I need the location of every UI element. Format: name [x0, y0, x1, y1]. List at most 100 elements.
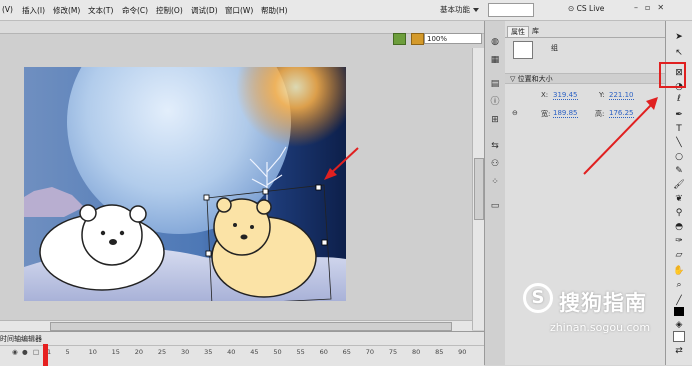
playhead[interactable]	[43, 344, 48, 366]
yellow-bear-ear-right	[256, 199, 272, 215]
align-icon[interactable]: ▤	[489, 79, 501, 89]
hand-tool-icon[interactable]: ✋	[673, 265, 685, 277]
bone-tool-icon[interactable]: ⚲	[673, 207, 685, 219]
white-bear-ear-right	[129, 205, 147, 223]
paint-bucket-tool-icon[interactable]: ◓	[673, 221, 685, 233]
menu-view[interactable]: (V)	[2, 5, 13, 14]
frame-number: 90	[458, 348, 467, 356]
y-value[interactable]: 221.10	[609, 91, 634, 100]
watermark: S 搜狗指南 zhinan.sogou.com	[515, 283, 685, 343]
menu-insert[interactable]: 插入(I)	[22, 5, 45, 16]
free-transform-highlight-box	[659, 62, 686, 88]
transform-handle[interactable]	[262, 188, 269, 195]
swatches-icon[interactable]: ▦	[489, 55, 501, 65]
search-input[interactable]	[488, 3, 534, 17]
minimize-icon[interactable]: –	[634, 3, 645, 12]
swap-colors-icon[interactable]: ⇄	[673, 345, 685, 357]
transform-icon[interactable]: ⊞	[489, 115, 501, 125]
menu-text[interactable]: 文本(T)	[88, 5, 113, 16]
timeline-ruler[interactable]: ◉ ● □ 1 5 10 15 20 25 30 35 40 45 50 55 60 65 70 75 80 85…	[0, 345, 484, 358]
outline-icon[interactable]: □	[33, 348, 39, 356]
yellow-bear-eye-right	[250, 225, 254, 229]
tab-properties[interactable]: 属性	[507, 26, 529, 37]
pen-tool-icon[interactable]: ✒	[673, 109, 685, 121]
transform-handle[interactable]	[315, 184, 322, 191]
position-size-section[interactable]: ▽ 位置和大小	[505, 73, 665, 84]
transform-handle[interactable]	[203, 194, 210, 201]
yellow-bear-nose	[240, 234, 248, 240]
zoom-select[interactable]: 100%	[424, 33, 482, 44]
frame-number: 85	[435, 348, 444, 356]
stage-tools	[393, 33, 424, 47]
vertical-scroll-thumb[interactable]	[474, 158, 484, 220]
yellow-bear-ear-left	[216, 197, 232, 213]
transform-handle[interactable]	[205, 250, 212, 257]
cs-live-icon: ⊙	[568, 4, 577, 13]
deco-tool-icon[interactable]: ❦	[673, 193, 685, 205]
tab-library[interactable]: 库	[529, 26, 542, 36]
menu-help[interactable]: 帮助(H)	[261, 5, 288, 16]
color-panel-icon[interactable]: ◍	[489, 37, 501, 47]
transform-handle[interactable]	[321, 239, 328, 246]
stage-canvas[interactable]	[24, 67, 346, 301]
frame-number: 20	[134, 348, 144, 356]
vertical-scrollbar[interactable]	[472, 48, 484, 330]
frame-number: 45	[250, 348, 259, 356]
section-position-label: 位置和大小	[517, 75, 553, 83]
watermark-url: zhinan.sogou.com	[549, 321, 651, 334]
scene-artwork	[24, 67, 346, 301]
eraser-tool-icon[interactable]: ▱	[673, 249, 685, 261]
width-label: 宽:	[541, 110, 551, 118]
height-value[interactable]: 176.25	[609, 109, 634, 118]
text-tool-icon[interactable]: T	[673, 123, 685, 135]
frame-number: 35	[204, 348, 213, 356]
motion-presets-icon[interactable]: ⁘	[489, 177, 501, 187]
components-icon[interactable]: ⚇	[489, 159, 501, 169]
subselection-tool-icon[interactable]: ↖	[673, 47, 685, 59]
frame-number: 70	[365, 348, 375, 356]
link-dimensions-icon[interactable]: ⊖	[512, 109, 518, 117]
line-tool-icon[interactable]: ╲	[673, 137, 685, 149]
chevron-down-icon	[473, 8, 479, 12]
menu-modify[interactable]: 修改(M)	[53, 5, 80, 16]
lasso-tool-icon[interactable]: ℓ	[673, 93, 685, 105]
timeline-panel: 时间轴编辑器 ◉ ● □ 1 5 10 15 20 25 30 35 40 45 50 55 60 65 7…	[0, 331, 484, 366]
horizontal-scrollbar[interactable]	[0, 320, 472, 331]
yellow-bear-eye-left	[233, 223, 237, 227]
x-value[interactable]: 319.45	[553, 91, 578, 100]
oval-tool-icon[interactable]: ○	[673, 151, 685, 163]
brush-tool-icon[interactable]: 🖌	[673, 179, 685, 191]
restore-icon[interactable]: ▫	[645, 3, 657, 12]
menu-bar: (V) 插入(I) 修改(M) 文本(T) 命令(C) 控制(O) 调试(D) …	[0, 0, 692, 21]
info-icon[interactable]: ⓘ	[489, 97, 501, 107]
white-bear-nose	[109, 239, 117, 245]
lock-icon[interactable]: ●	[22, 348, 28, 356]
timeline-tab[interactable]: 时间轴编辑器	[0, 334, 42, 344]
section-collapse-icon: ▽	[510, 75, 518, 83]
close-icon[interactable]: ✕	[657, 3, 671, 12]
white-bear-eye-left	[100, 230, 106, 236]
workspace-switcher[interactable]: 基本功能	[440, 4, 479, 15]
watermark-logo: S	[523, 283, 553, 313]
eyedropper-tool-icon[interactable]: ✑	[673, 235, 685, 247]
menu-control[interactable]: 控制(O)	[156, 5, 183, 16]
panel-tabs: 属性 库	[505, 26, 665, 38]
frame-number: 75	[388, 348, 398, 356]
cs-live-button[interactable]: ⊙ CS Live	[568, 4, 604, 13]
eye-icon[interactable]: ◉	[12, 348, 18, 356]
frame-number: 40	[227, 348, 236, 356]
height-label: 高:	[595, 110, 605, 118]
menu-window[interactable]: 窗口(W)	[225, 5, 253, 16]
width-value[interactable]: 189.85	[553, 109, 578, 118]
code-snippets-icon[interactable]: ⇆	[489, 141, 501, 151]
menu-debug[interactable]: 调试(D)	[191, 5, 218, 16]
y-label: Y:	[599, 91, 605, 99]
pencil-tool-icon[interactable]: ✎	[673, 165, 685, 177]
selection-tool-icon[interactable]: ➤	[673, 31, 685, 43]
project-icon[interactable]: ▭	[489, 201, 501, 211]
edit-scene-icon[interactable]	[393, 33, 406, 45]
horizontal-scroll-thumb[interactable]	[50, 322, 452, 331]
edit-symbol-icon[interactable]	[410, 33, 424, 45]
frame-number: 80	[411, 348, 421, 356]
menu-commands[interactable]: 命令(C)	[122, 5, 148, 16]
